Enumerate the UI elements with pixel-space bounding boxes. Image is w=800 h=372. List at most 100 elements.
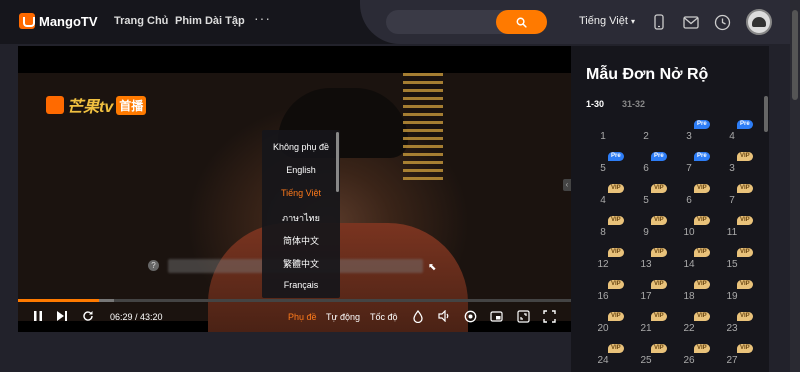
history-icon[interactable]: [712, 12, 732, 32]
episode-number: 11: [726, 227, 738, 238]
subtitle-option-simplified-chinese[interactable]: 简体中文: [262, 234, 340, 247]
site-logo[interactable]: MangoTV: [19, 13, 98, 29]
episode-number: 12: [597, 259, 609, 270]
expand-icon: [516, 309, 530, 323]
episode-item[interactable]: 12: [583, 259, 623, 270]
help-icon[interactable]: ?: [148, 260, 159, 271]
episode-number: 1: [600, 131, 606, 142]
episode-item[interactable]: 7: [669, 163, 709, 174]
episode-item[interactable]: 25: [626, 355, 666, 366]
episode-item[interactable]: 20: [583, 323, 623, 334]
episode-number: 15: [726, 259, 738, 270]
episode-item[interactable]: 6: [626, 163, 666, 174]
episode-item[interactable]: 5: [626, 195, 666, 206]
web-fullscreen-button[interactable]: [515, 308, 531, 324]
loop-button[interactable]: [80, 308, 96, 324]
episode-number: 20: [597, 323, 609, 334]
progress-bar[interactable]: [18, 299, 571, 302]
episode-panel-scrollbar[interactable]: [764, 96, 768, 132]
volume-icon: [437, 310, 448, 322]
pause-icon: [34, 311, 42, 321]
subtitle-option-thai[interactable]: ภาษาไทย: [262, 211, 340, 225]
episode-number: 23: [726, 323, 738, 334]
video-player[interactable]: 芒果tv 首播 ? ⬉ Không phụ đề English Tiếng V…: [18, 46, 571, 332]
range-tab-31-32[interactable]: 31-32: [622, 99, 645, 109]
episode-item[interactable]: 24: [583, 355, 623, 366]
episode-item[interactable]: 10: [669, 227, 709, 238]
episode-item[interactable]: 26: [669, 355, 709, 366]
episode-number: 21: [640, 323, 652, 334]
vip-badge: VIP: [737, 280, 753, 289]
episode-item[interactable]: 27: [712, 355, 752, 366]
mini-player-button[interactable]: [488, 308, 504, 324]
vip-badge: VIP: [737, 184, 753, 193]
mail-icon[interactable]: [681, 12, 701, 32]
episode-item[interactable]: 18: [669, 291, 709, 302]
episode-item[interactable]: 11: [712, 227, 752, 238]
chevron-left-icon[interactable]: ‹: [563, 179, 571, 191]
pointer-cursor-icon: ⬉: [428, 262, 437, 273]
page-scrollbar-thumb[interactable]: [792, 10, 798, 100]
quality-button[interactable]: Tự động: [326, 312, 360, 322]
vip-badge: VIP: [694, 184, 710, 193]
episode-item[interactable]: 17: [626, 291, 666, 302]
more-menu-icon[interactable]: ···: [254, 10, 271, 26]
episode-item[interactable]: 1: [583, 131, 623, 142]
subtitle-option-traditional-chinese[interactable]: 繁體中文: [262, 257, 340, 270]
watermark-text: 芒果tv: [67, 99, 114, 116]
episode-item[interactable]: 5: [583, 163, 623, 174]
nav-series[interactable]: Phim Dài Tập: [175, 15, 245, 27]
pause-button[interactable]: [30, 308, 46, 324]
range-tab-1-30[interactable]: 1-30: [586, 99, 604, 109]
episode-item[interactable]: 6: [669, 195, 709, 206]
speed-button[interactable]: Tốc độ: [370, 312, 398, 322]
language-select[interactable]: Tiếng Việt ▾: [579, 15, 635, 27]
episode-item[interactable]: 14: [669, 259, 709, 270]
vip-badge: VIP: [651, 344, 667, 353]
vip-badge: VIP: [737, 344, 753, 353]
episode-item[interactable]: 7: [712, 195, 752, 206]
episode-item[interactable]: 4: [712, 131, 752, 142]
next-icon: [57, 311, 67, 321]
episode-item[interactable]: 21: [626, 323, 666, 334]
episode-item[interactable]: 13: [626, 259, 666, 270]
subtitle-option-none[interactable]: Không phụ đề: [262, 142, 340, 152]
subtitle-option-french[interactable]: Français: [262, 280, 340, 290]
volume-button[interactable]: [436, 308, 452, 324]
focus-mode-button[interactable]: [462, 308, 478, 324]
search-button[interactable]: [496, 10, 547, 34]
subtitle-option-english[interactable]: English: [262, 165, 340, 175]
subtitle-language-menu: Không phụ đề English Tiếng Việt ภาษาไทย …: [262, 130, 340, 298]
vip-badge: VIP: [694, 248, 710, 257]
logo-text: MangoTV: [39, 13, 98, 29]
vip-badge: VIP: [694, 280, 710, 289]
avatar[interactable]: [746, 9, 772, 35]
channel-watermark: 芒果tv 首播: [46, 93, 147, 117]
preview-badge: Pre: [651, 152, 667, 161]
episode-number: 7: [729, 195, 735, 206]
episode-item[interactable]: 2: [626, 131, 666, 142]
phone-icon[interactable]: [649, 12, 669, 32]
episode-item[interactable]: 8: [583, 227, 623, 238]
episode-item[interactable]: 16: [583, 291, 623, 302]
episode-item[interactable]: 22: [669, 323, 709, 334]
episode-item[interactable]: 23: [712, 323, 752, 334]
episode-item[interactable]: 15: [712, 259, 752, 270]
episode-number: 14: [683, 259, 695, 270]
fullscreen-button[interactable]: [541, 308, 557, 324]
episode-number: 5: [600, 163, 606, 174]
episode-item[interactable]: 9: [626, 227, 666, 238]
vip-badge: VIP: [608, 344, 624, 353]
subtitle-button[interactable]: Phụ đề: [288, 312, 317, 322]
subtitle-option-vietnamese[interactable]: Tiếng Việt: [262, 188, 340, 198]
video-hair-ornament: [403, 73, 443, 183]
nav-home[interactable]: Trang Chủ: [114, 15, 168, 27]
danmaku-toggle[interactable]: [410, 308, 426, 324]
subtitle-menu-scrollbar[interactable]: [336, 132, 339, 192]
episode-item[interactable]: 3: [712, 163, 752, 174]
next-episode-button[interactable]: [54, 308, 70, 324]
episode-number: 3: [686, 131, 692, 142]
episode-item[interactable]: 3: [669, 131, 709, 142]
episode-item[interactable]: 19: [712, 291, 752, 302]
episode-item[interactable]: 4: [583, 195, 623, 206]
